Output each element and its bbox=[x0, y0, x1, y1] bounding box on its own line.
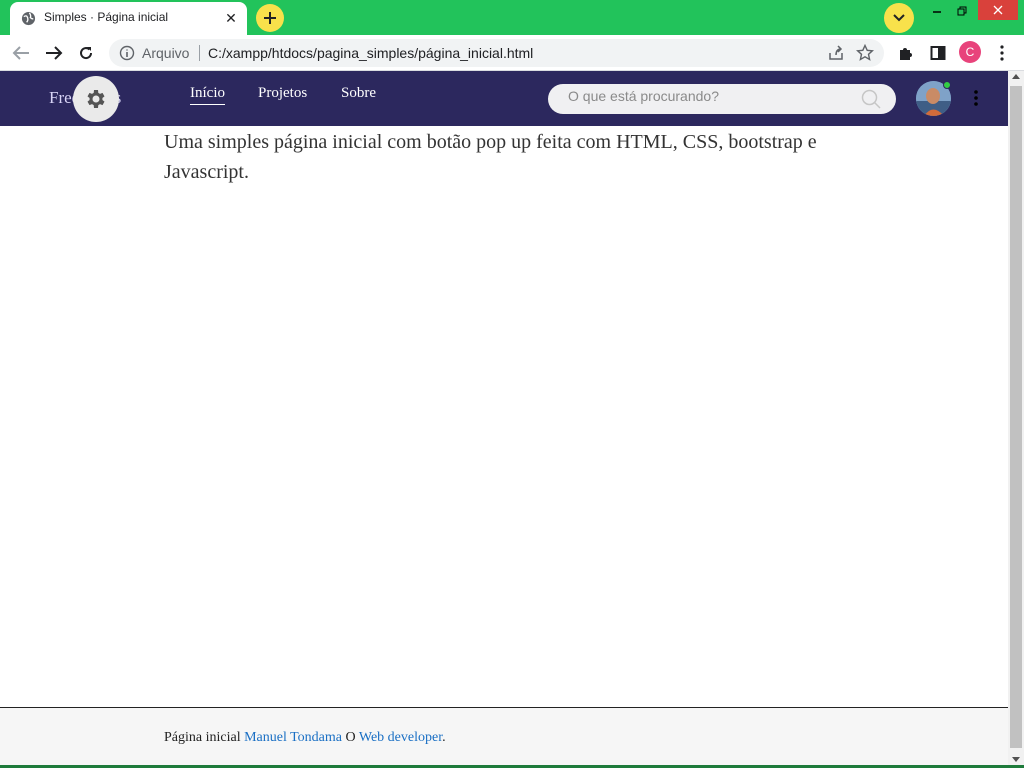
site-search bbox=[548, 84, 896, 114]
nav-link-sobre[interactable]: Sobre bbox=[341, 85, 376, 104]
settings-popup-button[interactable] bbox=[73, 76, 119, 122]
page-viewport: Free grátis Início Projetos Sobre Uma si… bbox=[0, 71, 1008, 768]
page-scrollbar[interactable] bbox=[1008, 71, 1024, 768]
omnibox-divider bbox=[199, 45, 200, 61]
reload-button[interactable] bbox=[74, 41, 98, 65]
scroll-up-arrow-icon[interactable] bbox=[1012, 74, 1020, 79]
browser-tab[interactable]: Simples · Página inicial ✕ bbox=[10, 2, 247, 35]
tab-search-button[interactable] bbox=[884, 3, 914, 33]
file-scheme-label: Arquivo bbox=[142, 45, 190, 61]
browser-menu-button[interactable] bbox=[990, 41, 1014, 65]
footer-text: Página inicial Manuel Tondama O Web deve… bbox=[164, 730, 446, 746]
profile-avatar-button[interactable]: C bbox=[959, 41, 981, 63]
info-icon[interactable] bbox=[119, 45, 135, 61]
more-vertical-icon bbox=[974, 90, 978, 106]
new-tab-button[interactable] bbox=[256, 4, 284, 32]
online-status-indicator bbox=[943, 81, 951, 89]
nav-link-inicio[interactable]: Início bbox=[190, 85, 225, 105]
reload-icon bbox=[80, 47, 93, 60]
gear-icon bbox=[87, 90, 105, 108]
back-button[interactable] bbox=[9, 41, 33, 65]
site-footer: Página inicial Manuel Tondama O Web deve… bbox=[0, 707, 1008, 768]
close-window-button[interactable] bbox=[978, 0, 1018, 20]
footer-prefix: Página inicial bbox=[164, 730, 241, 745]
chevron-down-icon bbox=[893, 14, 905, 22]
footer-middle: O bbox=[345, 730, 356, 745]
share-icon[interactable] bbox=[828, 45, 844, 61]
arrow-left-icon bbox=[12, 46, 29, 60]
intro-text: Uma simples página inicial com botão pop… bbox=[164, 131, 817, 183]
puzzle-icon bbox=[900, 48, 912, 60]
more-vertical-icon bbox=[1000, 45, 1004, 61]
site-navbar: Free grátis Início Projetos Sobre bbox=[0, 71, 1008, 126]
nav-link-projetos[interactable]: Projetos bbox=[258, 85, 307, 104]
browser-toolbar: Arquivo C:/xampp/htdocs/pagina_simples/p… bbox=[0, 35, 1024, 71]
tab-title: Simples · Página inicial bbox=[44, 10, 169, 24]
author-link[interactable]: Manuel Tondama bbox=[244, 730, 342, 745]
minimize-icon bbox=[933, 11, 941, 13]
restore-button[interactable] bbox=[947, 0, 977, 22]
tab-close-icon[interactable]: ✕ bbox=[221, 8, 241, 28]
search-icon[interactable] bbox=[861, 89, 881, 109]
site-menu-button[interactable] bbox=[968, 87, 984, 109]
role-link[interactable]: Web developer bbox=[359, 730, 442, 745]
close-icon bbox=[993, 5, 1003, 15]
tab-strip: Simples · Página inicial ✕ bbox=[0, 0, 1024, 35]
search-input[interactable] bbox=[568, 86, 858, 106]
side-panel-button[interactable] bbox=[926, 41, 950, 65]
extensions-button[interactable] bbox=[894, 41, 918, 65]
footer-suffix: . bbox=[442, 730, 446, 745]
address-bar[interactable]: Arquivo C:/xampp/htdocs/pagina_simples/p… bbox=[109, 39, 884, 67]
globe-icon bbox=[21, 11, 36, 26]
star-icon[interactable] bbox=[856, 44, 874, 62]
forward-button[interactable] bbox=[42, 41, 66, 65]
plus-icon bbox=[264, 12, 276, 24]
scroll-down-arrow-icon[interactable] bbox=[1012, 757, 1020, 762]
arrow-right-icon bbox=[46, 46, 63, 60]
scroll-thumb[interactable] bbox=[1010, 86, 1022, 748]
side-panel-icon bbox=[930, 46, 946, 60]
url-text[interactable]: C:/xampp/htdocs/pagina_simples/página_in… bbox=[208, 45, 533, 61]
restore-icon bbox=[957, 6, 967, 16]
